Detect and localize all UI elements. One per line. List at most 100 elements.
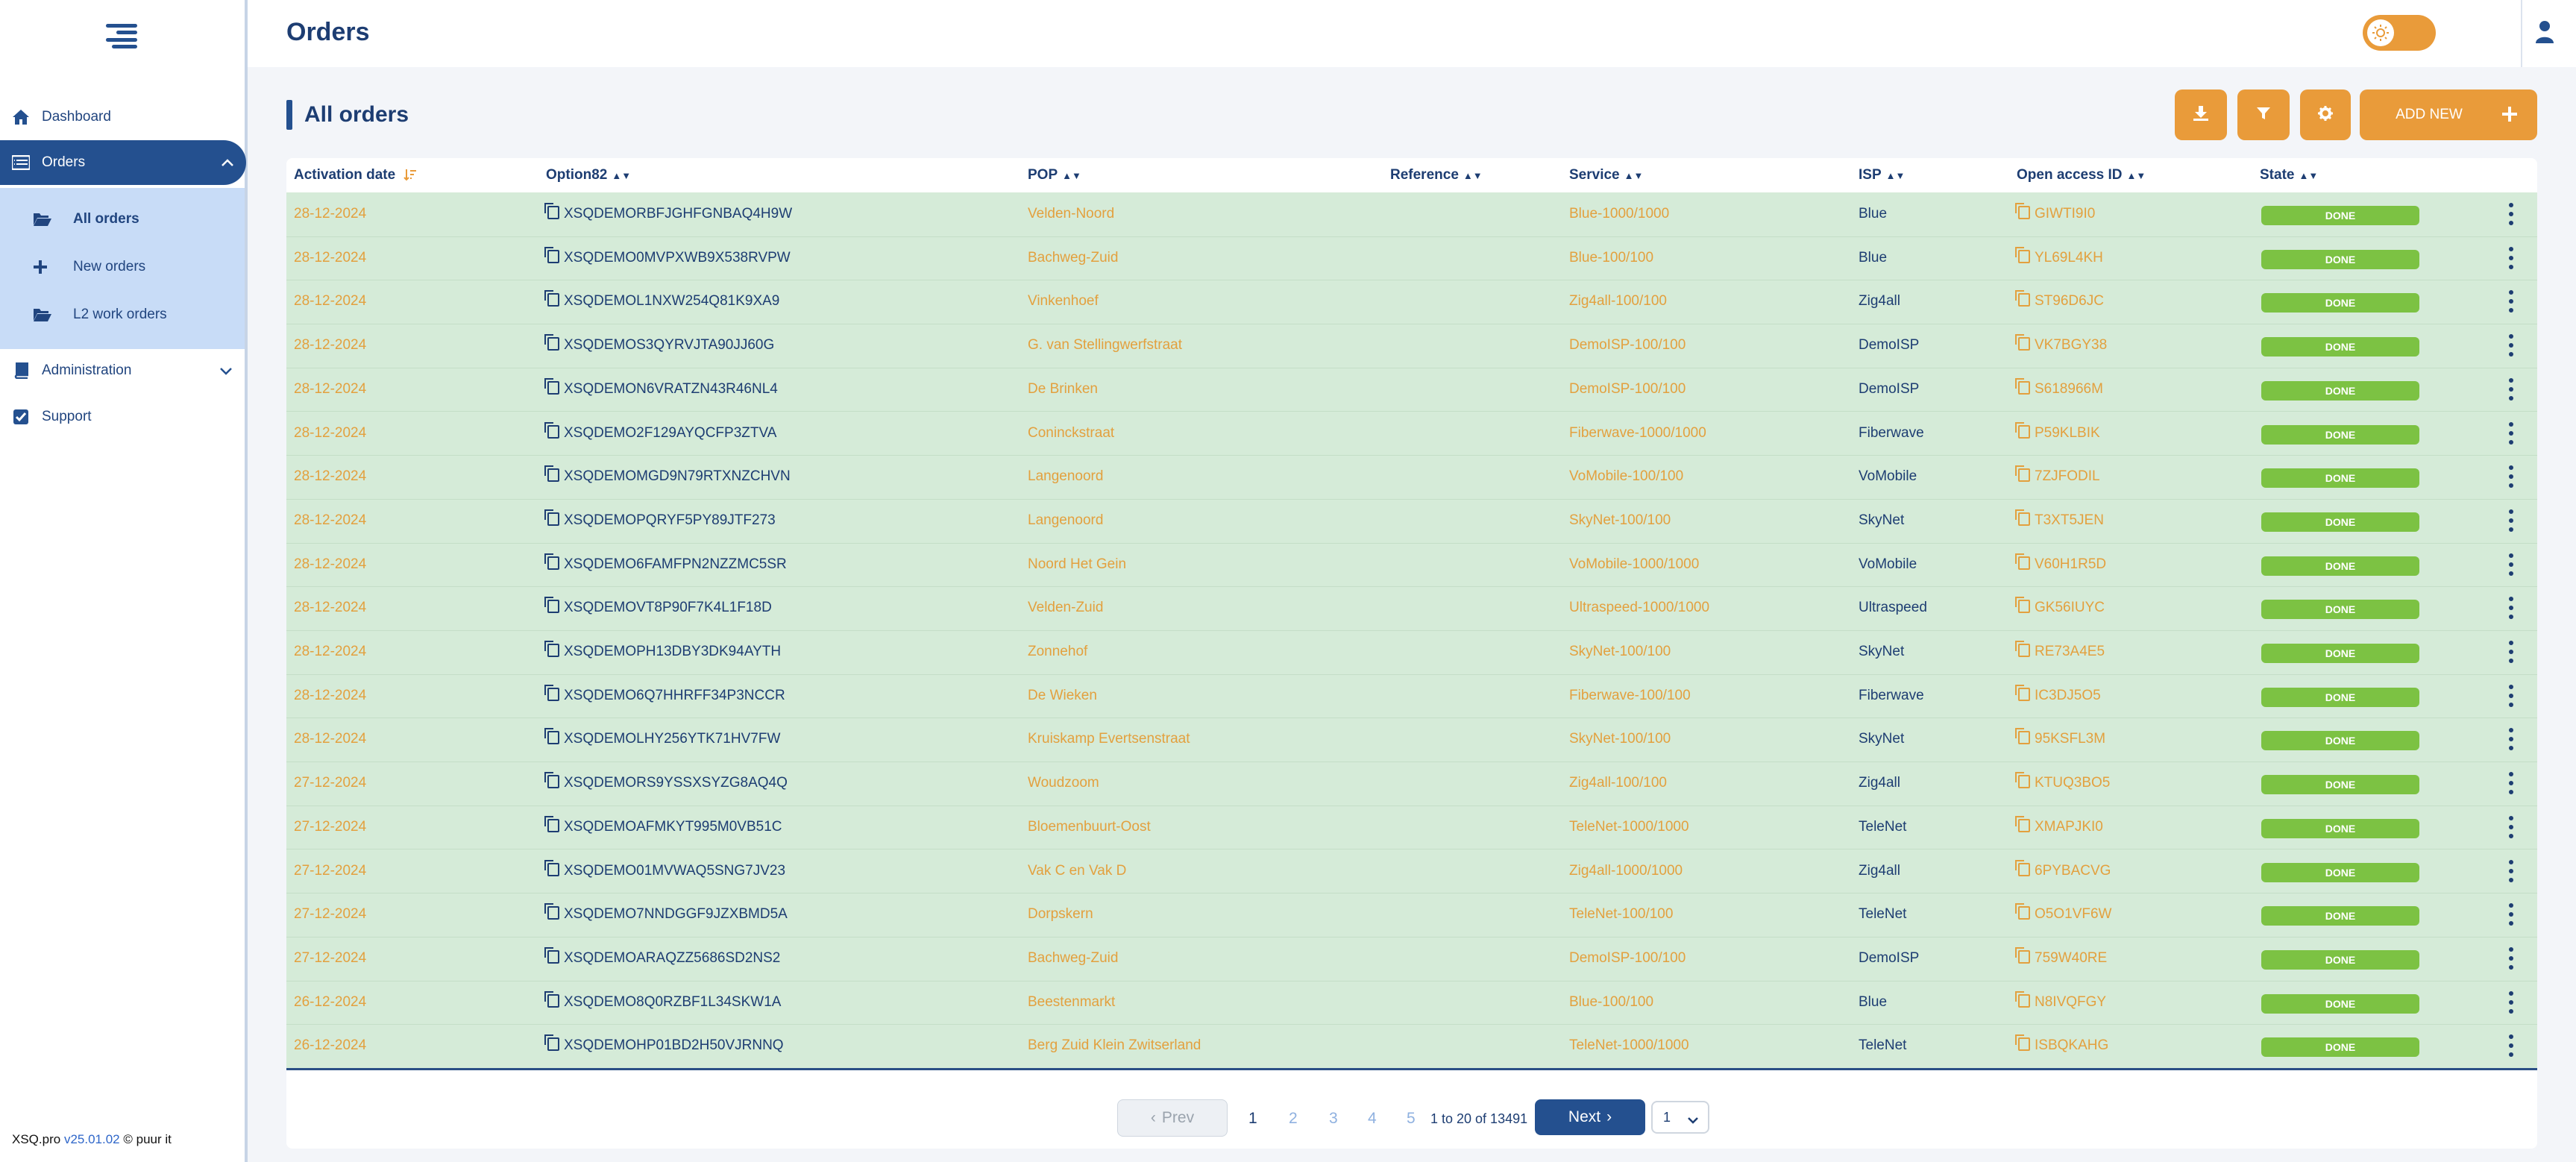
page-size-select[interactable]: 1 [1651, 1101, 1709, 1134]
open-access-id-cell[interactable]: 7ZJFODIL [2015, 465, 2100, 485]
page-link[interactable]: 1 [1248, 1110, 1257, 1128]
row-actions-icon[interactable] [2507, 334, 2515, 357]
open-access-id-cell[interactable]: VK7BGY38 [2015, 334, 2107, 354]
copy-icon[interactable] [2015, 465, 2030, 483]
copy-icon[interactable] [544, 641, 559, 657]
service-cell[interactable]: Blue-1000/1000 [1569, 206, 1669, 222]
table-row[interactable]: 27-12-2024 XSQDEMOAFMKYT995M0VB51C Bloemen… [286, 805, 2537, 850]
service-cell[interactable]: SkyNet-100/100 [1569, 512, 1671, 529]
col-pop[interactable]: POP ▲▼ [1028, 167, 1081, 183]
option82-cell[interactable]: XSQDEMOPH13DBY3DK94AYTH [544, 641, 781, 660]
copy-icon[interactable] [544, 334, 559, 351]
service-cell[interactable]: Blue-100/100 [1569, 250, 1653, 266]
menu-toggle-icon[interactable] [106, 24, 137, 49]
service-cell[interactable]: Zig4all-1000/1000 [1569, 863, 1683, 879]
service-cell[interactable]: TeleNet-1000/1000 [1569, 819, 1689, 835]
row-actions-icon[interactable] [2507, 641, 2515, 663]
row-actions-icon[interactable] [2507, 1034, 2515, 1058]
option82-cell[interactable]: XSQDEMORBFJGHFGNBAQ4H9W [544, 203, 792, 222]
row-actions-icon[interactable] [2507, 553, 2515, 576]
open-access-id-cell[interactable]: GIWTI9I0 [2015, 203, 2095, 222]
table-row[interactable]: 28-12-2024 XSQDEMON6VRATZN43R46NL4 De Brin… [286, 368, 2537, 412]
pop-cell[interactable]: Vak C en Vak D [1028, 863, 1126, 879]
row-actions-icon[interactable] [2507, 377, 2515, 401]
copy-icon[interactable] [2015, 815, 2030, 832]
sidebar-item-orders[interactable]: Orders [0, 140, 246, 185]
pop-cell[interactable]: Berg Zuid Klein Zwitserland [1028, 1037, 1201, 1054]
open-access-id-cell[interactable]: O5O1VF6W [2015, 903, 2111, 923]
service-cell[interactable]: Ultraspeed-1000/1000 [1569, 600, 1709, 616]
row-actions-icon[interactable] [2507, 903, 2515, 926]
pop-cell[interactable]: Dorpskern [1028, 906, 1093, 923]
option82-cell[interactable]: XSQDEMOPQRYF5PY89JTF273 [544, 509, 776, 529]
table-row[interactable]: 27-12-2024 XSQDEMO01MVWAQ5SNG7JV23 Vak C e… [286, 849, 2537, 894]
open-access-id-cell[interactable]: YL69L4KH [2015, 246, 2103, 266]
col-service[interactable]: Service ▲▼ [1569, 167, 1643, 183]
service-cell[interactable]: SkyNet-100/100 [1569, 644, 1671, 660]
row-actions-icon[interactable] [2507, 509, 2515, 532]
copy-icon[interactable] [544, 990, 559, 1008]
open-access-id-cell[interactable]: IC3DJ5O5 [2015, 684, 2101, 704]
copy-icon[interactable] [2015, 334, 2030, 351]
table-row[interactable]: 28-12-2024 XSQDEMOS3QYRVJTA90JJ60G G. van … [286, 324, 2537, 368]
prev-button[interactable]: ‹ Prev [1117, 1099, 1228, 1137]
table-row[interactable]: 28-12-2024 XSQDEMO0MVPXWB9X538RVPW Bachweg… [286, 236, 2537, 281]
row-actions-icon[interactable] [2507, 990, 2515, 1014]
option82-cell[interactable]: XSQDEMOVT8P90F7K4L1F18D [544, 597, 772, 616]
next-button[interactable]: Next › [1535, 1099, 1645, 1135]
option82-cell[interactable]: XSQDEMOHP01BD2H50VJRNNQ [544, 1034, 784, 1054]
service-cell[interactable]: Fiberwave-1000/1000 [1569, 425, 1706, 442]
option82-cell[interactable]: XSQDEMOMGD9N79RTXNZCHVN [544, 465, 791, 485]
pop-cell[interactable]: Noord Het Gein [1028, 556, 1126, 573]
copy-icon[interactable] [2015, 1034, 2030, 1052]
copy-icon[interactable] [2015, 641, 2030, 657]
open-access-id-cell[interactable]: ISBQKAHG [2015, 1034, 2108, 1054]
open-access-id-cell[interactable]: RE73A4E5 [2015, 641, 2105, 660]
table-row[interactable]: 28-12-2024 XSQDEMO6FAMFPN2NZZMC5SR Noord H… [286, 543, 2537, 588]
copy-icon[interactable] [2015, 728, 2030, 745]
row-actions-icon[interactable] [2507, 684, 2515, 707]
table-row[interactable]: 28-12-2024 XSQDEMOMGD9N79RTXNZCHVN Langeno… [286, 455, 2537, 500]
option82-cell[interactable]: XSQDEMOAFMKYT995M0VB51C [544, 815, 782, 835]
sidebar-item-dashboard[interactable]: Dashboard [0, 95, 245, 139]
copy-icon[interactable] [544, 815, 559, 832]
service-cell[interactable]: DemoISP-100/100 [1569, 381, 1686, 398]
pop-cell[interactable]: Bachweg-Zuid [1028, 950, 1118, 967]
row-actions-icon[interactable] [2507, 421, 2515, 445]
copy-icon[interactable] [2015, 903, 2030, 920]
pop-cell[interactable]: Coninckstraat [1028, 425, 1114, 442]
page-link[interactable]: 3 [1329, 1110, 1338, 1128]
copy-icon[interactable] [2015, 772, 2030, 789]
settings-button[interactable] [2300, 89, 2351, 140]
copy-icon[interactable] [544, 903, 559, 920]
copy-icon[interactable] [544, 465, 559, 483]
copy-icon[interactable] [2015, 203, 2030, 219]
copy-icon[interactable] [544, 377, 559, 395]
pop-cell[interactable]: Bloemenbuurt-Oost [1028, 819, 1151, 835]
option82-cell[interactable]: XSQDEMOS3QYRVJTA90JJ60G [544, 334, 774, 354]
option82-cell[interactable]: XSQDEMO7NNDGGF9JZXBMD5A [544, 903, 788, 923]
option82-cell[interactable]: XSQDEMO6FAMFPN2NZZMC5SR [544, 553, 787, 573]
open-access-id-cell[interactable]: V60H1R5D [2015, 553, 2106, 573]
copy-icon[interactable] [2015, 597, 2030, 614]
table-row[interactable]: 28-12-2024 XSQDEMORBFJGHFGNBAQ4H9W Velden-… [286, 192, 2537, 237]
col-isp[interactable]: ISP ▲▼ [1859, 167, 1905, 183]
pop-cell[interactable]: Velden-Noord [1028, 206, 1114, 222]
service-cell[interactable]: Zig4all-100/100 [1569, 775, 1667, 791]
page-link[interactable]: 2 [1289, 1110, 1298, 1128]
row-actions-icon[interactable] [2507, 815, 2515, 838]
open-access-id-cell[interactable]: S618966M [2015, 377, 2103, 398]
filter-button[interactable] [2237, 89, 2290, 140]
row-actions-icon[interactable] [2507, 728, 2515, 751]
pop-cell[interactable]: G. van Stellingwerfstraat [1028, 337, 1182, 354]
theme-toggle[interactable] [2363, 15, 2436, 51]
option82-cell[interactable]: XSQDEMO01MVWAQ5SNG7JV23 [544, 859, 785, 879]
pop-cell[interactable]: Vinkenhoef [1028, 293, 1099, 310]
open-access-id-cell[interactable]: T3XT5JEN [2015, 509, 2104, 529]
copy-icon[interactable] [544, 246, 559, 263]
copy-icon[interactable] [2015, 990, 2030, 1008]
page-link[interactable]: 5 [1407, 1110, 1416, 1128]
pop-cell[interactable]: Langenoord [1028, 512, 1103, 529]
table-row[interactable]: 28-12-2024 XSQDEMOPH13DBY3DK94AYTH Zonneho… [286, 630, 2537, 675]
service-cell[interactable]: TeleNet-1000/1000 [1569, 1037, 1689, 1054]
